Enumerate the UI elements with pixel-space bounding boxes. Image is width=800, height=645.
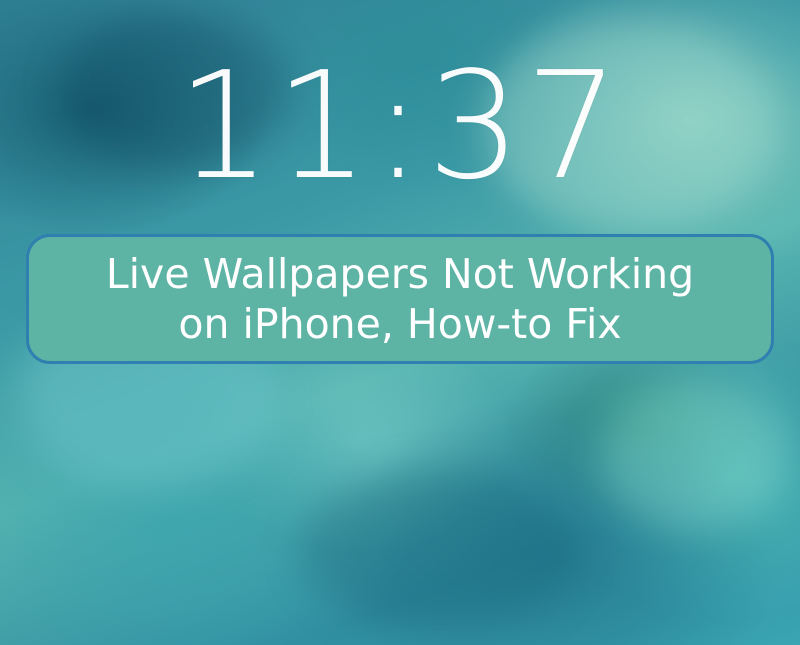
banner-title-line-1: Live Wallpapers Not Working bbox=[105, 250, 695, 298]
article-title-banner: Live Wallpapers Not Working on iPhone, H… bbox=[26, 234, 774, 364]
wallpaper-smoke bbox=[300, 470, 580, 630]
lock-screen-wallpaper: 11:37 Live Wallpapers Not Working on iPh… bbox=[0, 0, 800, 645]
wallpaper-smoke bbox=[600, 380, 790, 530]
banner-title-line-2: on iPhone, How-to Fix bbox=[178, 300, 622, 348]
lock-screen-clock: 11:37 bbox=[176, 40, 624, 212]
